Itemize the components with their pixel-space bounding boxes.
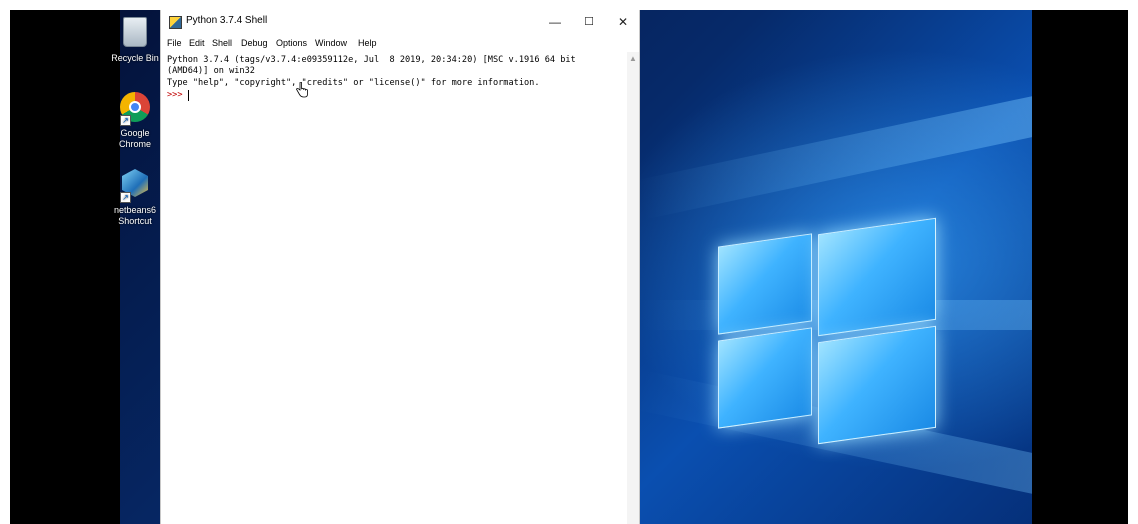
- console-banner-line: (AMD64)] on win32: [167, 66, 255, 76]
- python-shell-window: Python 3.7.4 Shell — ☐ ✕ File Edit Shell…: [160, 10, 640, 524]
- vertical-scrollbar[interactable]: ▲: [627, 52, 639, 524]
- netbeans-icon: ↗: [118, 169, 152, 203]
- scroll-up-icon[interactable]: ▲: [629, 54, 637, 63]
- menu-file[interactable]: File: [167, 38, 182, 48]
- windows-logo-pane: [818, 325, 936, 445]
- menu-window[interactable]: Window: [315, 38, 347, 48]
- desktop-icon-netbeans[interactable]: ↗ netbeans6 Shortcut: [110, 166, 160, 227]
- desktop-icon-label: netbeans6: [113, 205, 157, 215]
- desktop-icon-label: Recycle Bin: [111, 53, 159, 63]
- shortcut-arrow-icon: ↗: [120, 192, 131, 203]
- console-prompt: >>>: [167, 90, 183, 100]
- desktop-icon-label: Chrome: [118, 139, 151, 149]
- close-button[interactable]: ✕: [607, 12, 639, 32]
- shortcut-arrow-icon: ↗: [120, 115, 131, 126]
- video-frame: Recycle Bin ↗ Google Chrome ↗ netbeans6 …: [0, 0, 1138, 524]
- console-banner-line: Python 3.7.4 (tags/v3.7.4:e09359112e, Ju…: [167, 55, 576, 65]
- letterbox-left: [10, 10, 120, 524]
- desktop-icon-label: Shortcut: [118, 216, 152, 226]
- text-caret: [188, 90, 189, 101]
- desktop-icons: Recycle Bin ↗ Google Chrome ↗ netbeans6 …: [110, 10, 162, 270]
- recycle-bin-icon: [118, 17, 152, 51]
- windows-logo-pane: [818, 217, 936, 337]
- chrome-icon: ↗: [118, 92, 152, 126]
- windows-logo-pane: [718, 327, 812, 429]
- windows-logo-pane: [718, 233, 812, 335]
- desktop-icon-label: Google: [120, 128, 150, 138]
- minimize-button[interactable]: —: [539, 12, 571, 32]
- python-idle-icon: [169, 16, 182, 29]
- menu-options[interactable]: Options: [276, 38, 307, 48]
- desktop-icon-google-chrome[interactable]: ↗ Google Chrome: [110, 90, 160, 150]
- title-bar[interactable]: Python 3.7.4 Shell — ☐ ✕: [161, 10, 639, 34]
- light-beam: [635, 93, 1032, 220]
- menu-edit[interactable]: Edit: [189, 38, 205, 48]
- shell-text-area[interactable]: Python 3.7.4 (tags/v3.7.4:e09359112e, Ju…: [161, 52, 627, 524]
- desktop-icon-recycle-bin[interactable]: Recycle Bin: [110, 14, 160, 64]
- window-title: Python 3.7.4 Shell: [186, 15, 268, 26]
- windows-logo: [718, 206, 938, 445]
- menu-shell[interactable]: Shell: [212, 38, 232, 48]
- console-help-line: Type "help", "copyright", "credits" or "…: [167, 78, 540, 88]
- menu-bar: File Edit Shell Debug Options Window Hel…: [161, 36, 639, 52]
- menu-debug[interactable]: Debug: [241, 38, 268, 48]
- letterbox-right: [1032, 10, 1128, 524]
- maximize-button[interactable]: ☐: [573, 12, 605, 32]
- menu-help[interactable]: Help: [358, 38, 377, 48]
- hand-pointer-icon: [296, 82, 308, 98]
